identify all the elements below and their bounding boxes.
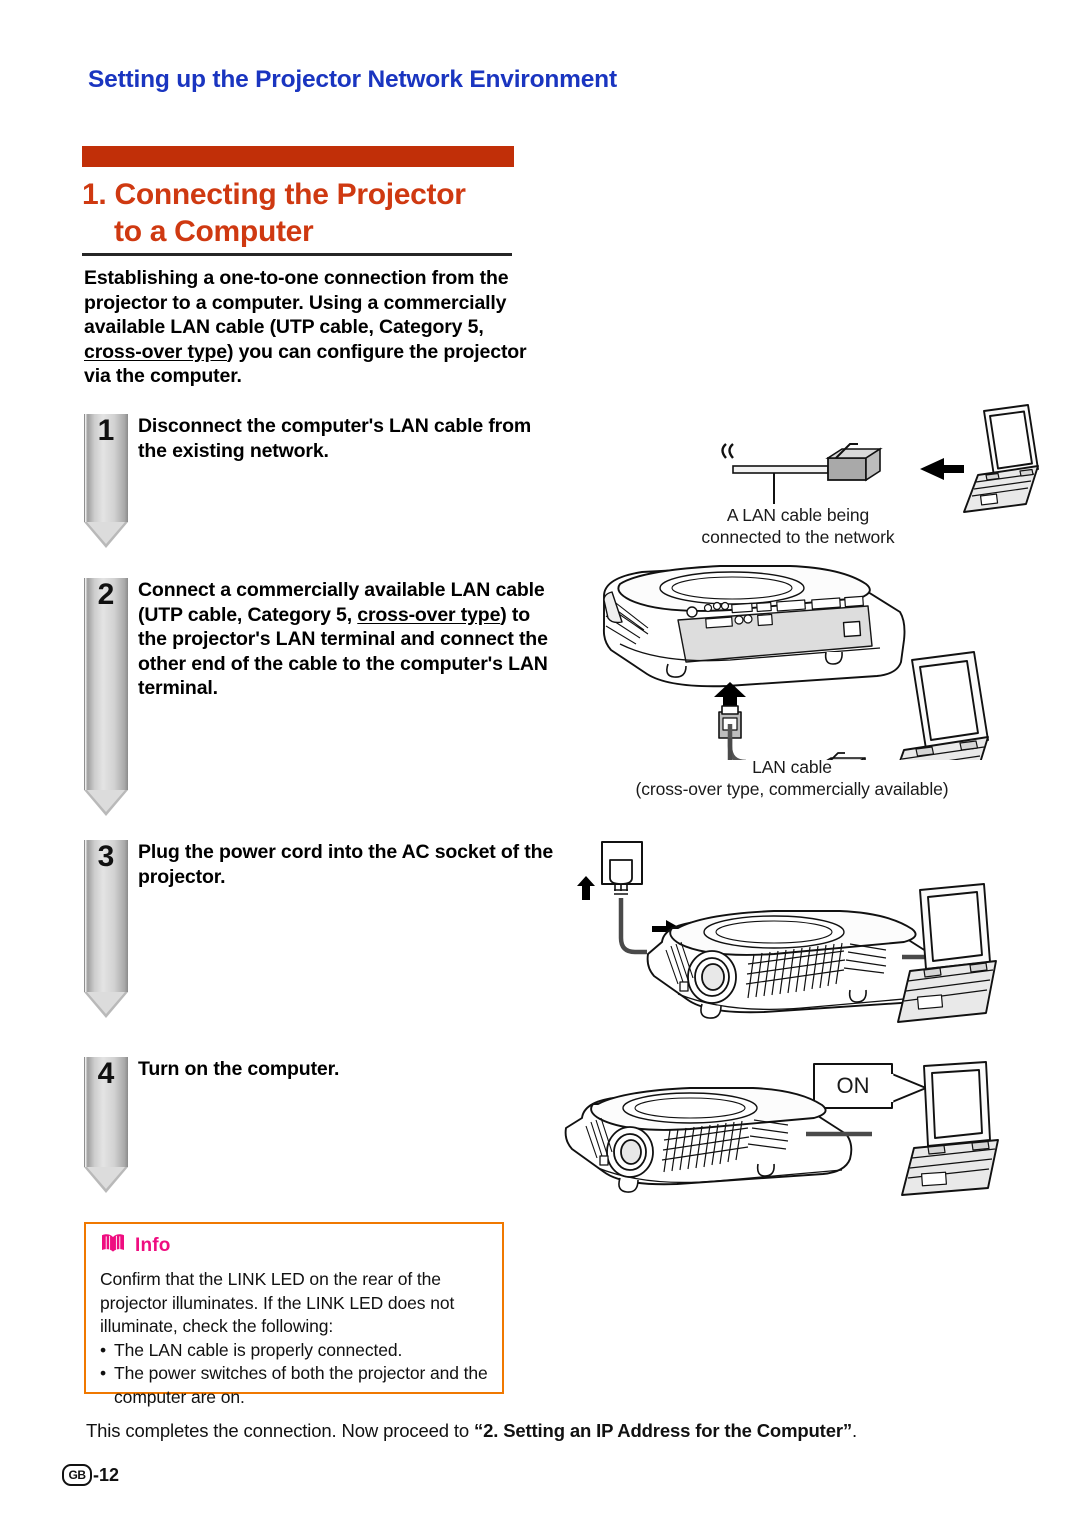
info-bullet-1-symbol: • [100, 1339, 107, 1360]
info-bullet-2-symbol: • [100, 1363, 107, 1383]
step-2-number: 2 [97, 578, 115, 611]
on-callout-label: ON [836, 1073, 870, 1098]
closing-text-after: . [851, 1420, 857, 1441]
figure-step-1-caption-line1: A LAN cable being [726, 505, 870, 525]
info-line-3: illuminate, check the following: [100, 1316, 334, 1336]
info-bullet-1-text: The LAN cable is properly connected. [114, 1339, 403, 1360]
section-title-line2: to a Computer [114, 215, 314, 248]
info-line-2: projector illuminates. If the LINK LED d… [100, 1292, 455, 1313]
section-title-bar [82, 146, 514, 167]
step-2-text-underlined: cross-over type [357, 603, 501, 626]
folio-locale-badge: GB [62, 1464, 92, 1486]
info-header: Info [100, 1233, 171, 1258]
info-bullet-1: • The LAN cable is properly connected. [100, 1339, 492, 1363]
section-title-line1: 1. Connecting the Projector [82, 178, 466, 211]
figure-step-2-caption-line1: LAN cable [752, 757, 832, 777]
section-title-rule [82, 253, 512, 256]
figure-step-1-caption: A LAN cable being connected to the netwo… [648, 504, 948, 548]
figure-step-2-caption-line2: (cross-over type, commercially available… [635, 779, 949, 799]
intro-text-before: Establishing a one-to-one connection fro… [84, 267, 509, 339]
step-4-number: 4 [97, 1057, 115, 1090]
section-title: 1. Connecting the Projector to a Compute… [82, 176, 552, 250]
step-2-text: Connect a commercially available LAN cab… [138, 578, 558, 701]
intro-paragraph: Establishing a one-to-one connection fro… [84, 266, 534, 389]
step-3-number: 3 [97, 840, 115, 873]
figure-step-3 [562, 832, 1032, 1047]
closing-text-before: This completes the connection. Now proce… [86, 1420, 474, 1441]
figure-step-2-caption: LAN cable (cross-over type, commercially… [582, 756, 1002, 800]
info-bullet-2: • The power switches of both the project… [100, 1362, 492, 1409]
closing-text-quoted: “2. Setting an IP Address for the Comput… [473, 1420, 852, 1441]
step-1-number: 1 [97, 414, 115, 447]
running-head: Setting up the Projector Network Environ… [88, 66, 617, 93]
info-line-1: Confirm that the LINK LED on the rear of… [100, 1269, 441, 1289]
intro-text-underlined: cross-over type [84, 340, 227, 363]
info-body: Confirm that the LINK LED on the rear of… [100, 1268, 492, 1409]
figure-step-2 [582, 560, 1032, 760]
folio-number: -12 [93, 1464, 120, 1485]
step-4-text: Turn on the computer. [138, 1058, 340, 1080]
figure-step-1-caption-line2: connected to the network [701, 527, 895, 547]
page-folio: GB -12 [62, 1464, 119, 1486]
info-box: Info Confirm that the LINK LED on the re… [84, 1222, 504, 1407]
document-page: Setting up the Projector Network Environ… [0, 0, 1080, 1524]
info-bullet-2-text: The power switches of both the projector… [114, 1363, 488, 1407]
open-book-icon [100, 1233, 126, 1258]
step-1-text: Disconnect the computer's LAN cable from… [138, 415, 532, 462]
closing-line: This completes the connection. Now proce… [86, 1419, 1006, 1443]
figure-step-4: ON [562, 1056, 1032, 1216]
figure-step-1 [700, 396, 1040, 521]
info-label: Info [135, 1234, 171, 1256]
step-3-text: Plug the power cord into the AC socket o… [138, 841, 554, 888]
